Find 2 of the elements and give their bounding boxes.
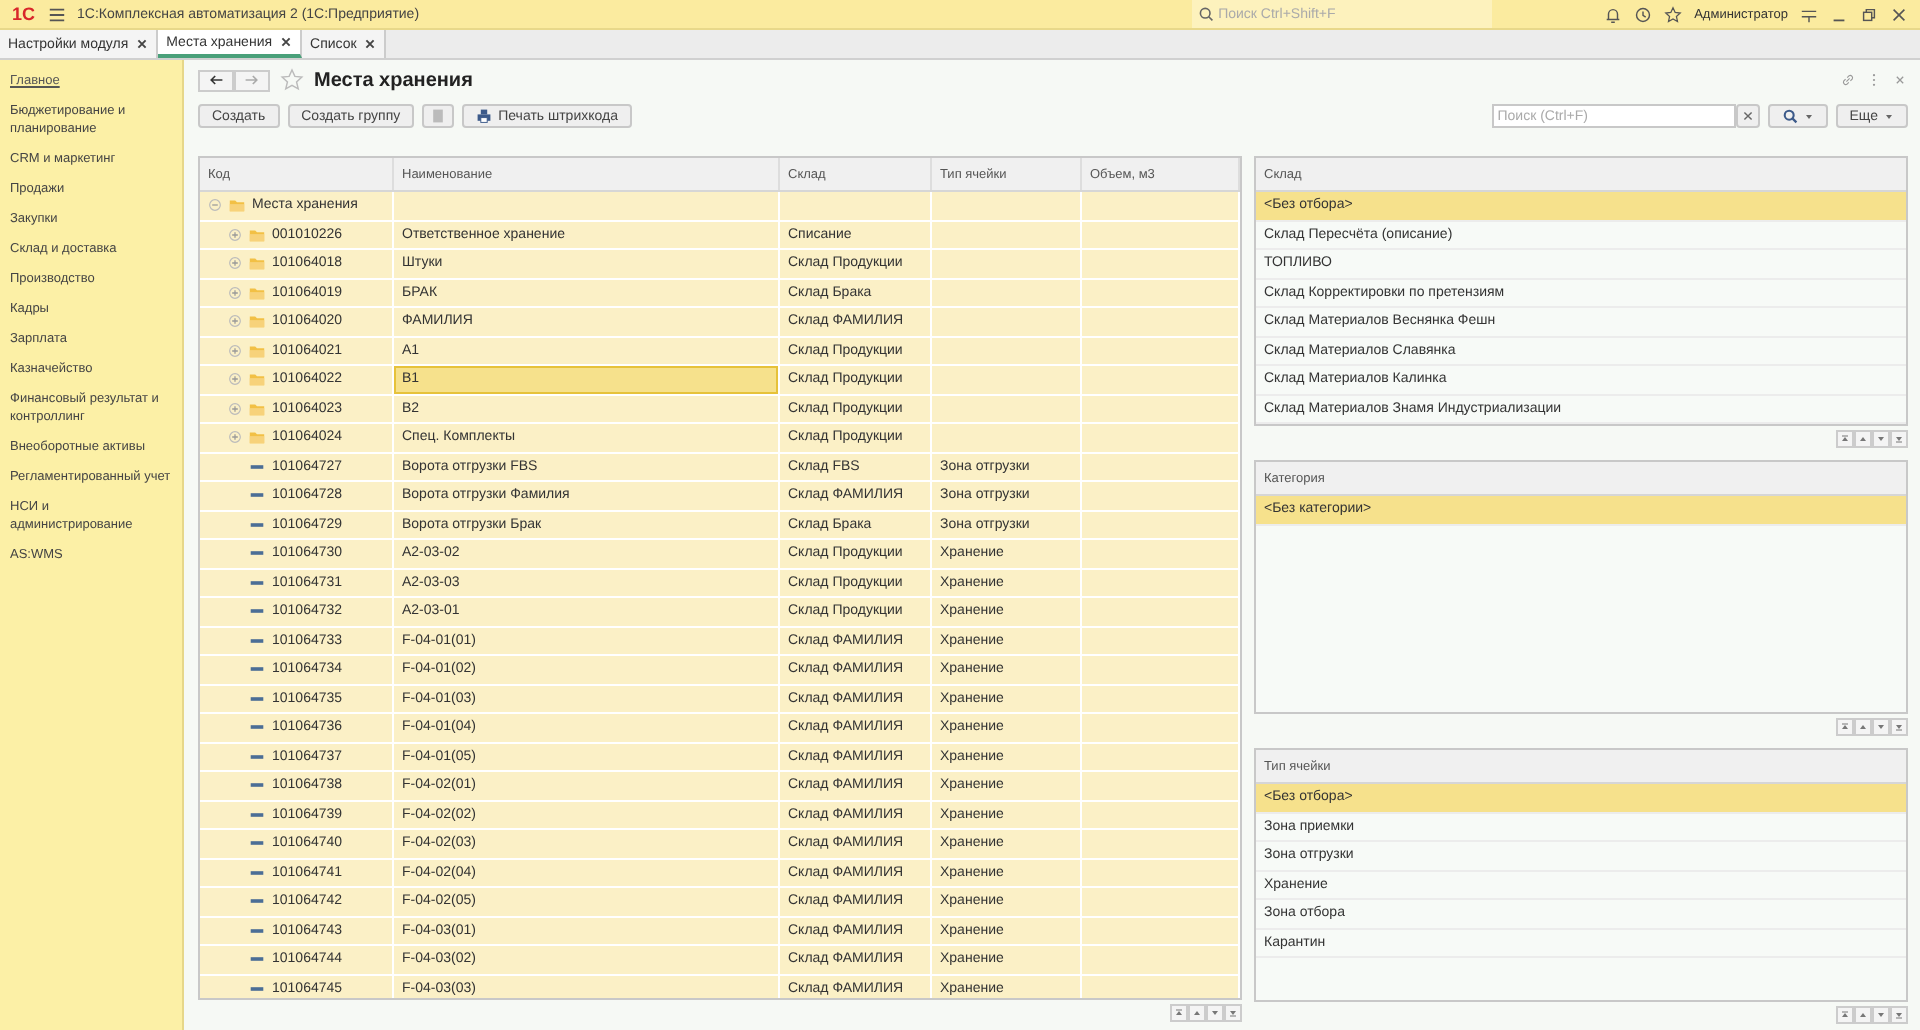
form-title: Места хранения <box>314 69 473 91</box>
app-logo: 1С <box>12 4 36 24</box>
